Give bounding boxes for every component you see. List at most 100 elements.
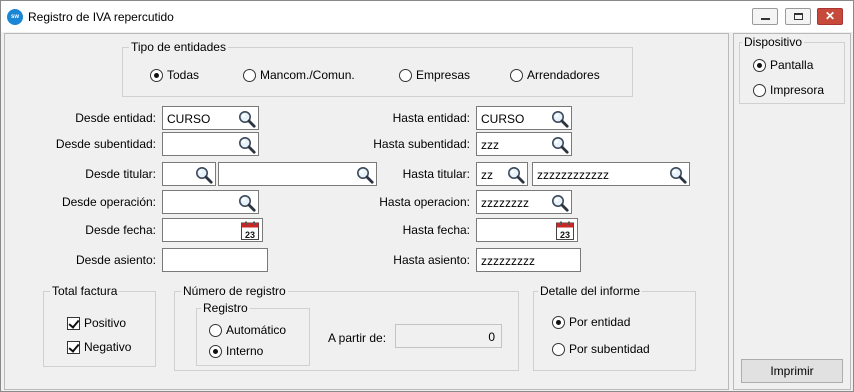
dialog-window: sw Registro de IVA repercutido ✕ Tipo de… xyxy=(0,0,854,392)
dispositivo-legend: Dispositivo xyxy=(742,35,805,49)
a-partir-field: 0 xyxy=(395,324,502,348)
desde-asiento-label: Desde asiento: xyxy=(75,253,156,267)
registro-legend: Registro xyxy=(201,301,250,315)
hasta-fecha-field[interactable]: 23 xyxy=(476,218,578,242)
detalle-radio-subentidad[interactable]: Por subentidad xyxy=(552,342,650,356)
dispositivo-radio-pantalla[interactable]: Pantalla xyxy=(753,58,813,72)
hasta-titular-name-value: zzzzzzzzzzzz xyxy=(537,168,609,182)
svg-text:23: 23 xyxy=(245,230,255,240)
radio-label: Por entidad xyxy=(569,315,631,329)
desde-entidad-label: Desde entidad: xyxy=(75,111,156,125)
close-button[interactable]: ✕ xyxy=(817,8,843,25)
radio-indicator xyxy=(243,68,256,82)
tipo-radio-mancom[interactable]: Mancom./Comun. xyxy=(243,68,355,82)
dispositivo-radio-impresora[interactable]: Impresora xyxy=(753,83,824,97)
desde-asiento-field[interactable] xyxy=(162,248,268,272)
detalle-informe-legend: Detalle del informe xyxy=(538,284,643,298)
magnifier-icon[interactable] xyxy=(195,166,213,184)
numero-registro-group: Número de registro Registro Automático I… xyxy=(174,284,519,371)
hasta-titular-label: Hasta titular: xyxy=(402,167,470,181)
radio-indicator xyxy=(150,68,163,82)
magnifier-icon[interactable] xyxy=(238,136,256,154)
radio-label: Interno xyxy=(226,344,264,358)
hasta-entidad-field[interactable]: CURSO xyxy=(476,106,572,130)
tipo-radio-empresas[interactable]: Empresas xyxy=(399,68,470,82)
hasta-operacion-field[interactable]: zzzzzzzz xyxy=(476,190,572,214)
negativo-checkbox[interactable]: Negativo xyxy=(67,340,131,354)
radio-indicator xyxy=(209,323,222,337)
radio-label: Automático xyxy=(226,323,287,337)
title-bar[interactable]: sw Registro de IVA repercutido ✕ xyxy=(1,1,853,32)
registro-radio-automatico[interactable]: Automático xyxy=(209,323,286,337)
radio-label: Pantalla xyxy=(770,58,814,72)
hasta-asiento-field[interactable]: zzzzzzzzz xyxy=(476,248,581,272)
hasta-subentidad-value: zzz xyxy=(481,138,499,152)
magnifier-icon[interactable] xyxy=(238,194,256,212)
desde-titular-label: Desde titular: xyxy=(85,167,156,181)
maximize-icon xyxy=(794,13,803,20)
hasta-subentidad-field[interactable]: zzz xyxy=(476,132,572,156)
hasta-asiento-value: zzzzzzzzz xyxy=(481,254,535,268)
tipo-radio-arrendadores[interactable]: Arrendadores xyxy=(510,68,600,82)
svg-text:23: 23 xyxy=(560,230,570,240)
a-partir-label: A partir de: xyxy=(328,331,387,345)
desde-subentidad-field[interactable] xyxy=(162,132,259,156)
magnifier-icon[interactable] xyxy=(238,110,256,128)
calendar-icon[interactable]: 23 xyxy=(241,221,259,240)
radio-indicator xyxy=(510,68,523,82)
detalle-informe-group: Detalle del informe Por entidad Por sube… xyxy=(533,284,696,371)
tipo-entidades-legend: Tipo de entidades xyxy=(129,40,228,54)
hasta-asiento-label: Hasta asiento: xyxy=(393,253,470,267)
radio-label: Todas xyxy=(167,68,200,82)
hasta-titular-name-field[interactable]: zzzzzzzzzzzz xyxy=(532,162,690,186)
total-factura-legend: Total factura xyxy=(50,284,120,298)
minimize-button[interactable] xyxy=(752,8,778,25)
maximize-button[interactable] xyxy=(785,8,811,25)
desde-entidad-field[interactable]: CURSO xyxy=(162,106,259,130)
desde-operacion-label: Desde operación: xyxy=(61,195,156,209)
hasta-titular-code-value: zz xyxy=(481,168,493,182)
side-panel: Dispositivo Pantalla Impresora Imprimir xyxy=(733,33,851,390)
window-title: Registro de IVA repercutido xyxy=(28,10,174,24)
magnifier-icon[interactable] xyxy=(551,194,569,212)
desde-fecha-field[interactable]: 23 xyxy=(162,218,263,242)
checkbox-label: Negativo xyxy=(84,340,132,354)
desde-fecha-label: Desde fecha: xyxy=(85,223,156,237)
main-panel: Tipo de entidades Todas Mancom./Comun. E… xyxy=(4,33,729,390)
a-partir-value: 0 xyxy=(488,330,495,344)
desde-titular-code-field[interactable] xyxy=(162,162,216,186)
numero-registro-legend: Número de registro xyxy=(181,284,288,298)
radio-label: Por subentidad xyxy=(569,342,650,356)
radio-label: Impresora xyxy=(770,83,825,97)
radio-indicator xyxy=(552,315,565,329)
hasta-entidad-value: CURSO xyxy=(481,112,525,126)
desde-entidad-value: CURSO xyxy=(167,112,211,126)
hasta-subentidad-label: Hasta subentidad: xyxy=(373,137,470,151)
registro-radio-interno[interactable]: Interno xyxy=(209,344,263,358)
tipo-entidades-group: Tipo de entidades Todas Mancom./Comun. E… xyxy=(122,40,633,97)
radio-label: Empresas xyxy=(416,68,471,82)
desde-operacion-field[interactable] xyxy=(162,190,259,214)
radio-indicator xyxy=(753,58,766,72)
detalle-radio-entidad[interactable]: Por entidad xyxy=(552,315,630,329)
magnifier-icon[interactable] xyxy=(669,166,687,184)
hasta-titular-code-field[interactable]: zz xyxy=(476,162,528,186)
total-factura-group: Total factura Positivo Negativo xyxy=(43,284,156,367)
tipo-radio-todas[interactable]: Todas xyxy=(150,68,199,82)
calendar-icon[interactable]: 23 xyxy=(556,221,574,240)
app-logo-icon: sw xyxy=(7,9,23,25)
checkbox-indicator xyxy=(67,316,80,330)
radio-indicator xyxy=(399,68,412,82)
positivo-checkbox[interactable]: Positivo xyxy=(67,316,126,330)
radio-label: Mancom./Comun. xyxy=(260,68,355,82)
desde-subentidad-label: Desde subentidad: xyxy=(55,137,156,151)
magnifier-icon[interactable] xyxy=(507,166,525,184)
magnifier-icon[interactable] xyxy=(551,110,569,128)
checkbox-indicator xyxy=(67,340,80,354)
imprimir-button[interactable]: Imprimir xyxy=(741,359,843,383)
dispositivo-group: Dispositivo Pantalla Impresora xyxy=(739,35,845,104)
radio-indicator xyxy=(753,83,766,97)
hasta-entidad-label: Hasta entidad: xyxy=(392,111,470,125)
magnifier-icon[interactable] xyxy=(551,136,569,154)
radio-indicator xyxy=(552,342,565,356)
